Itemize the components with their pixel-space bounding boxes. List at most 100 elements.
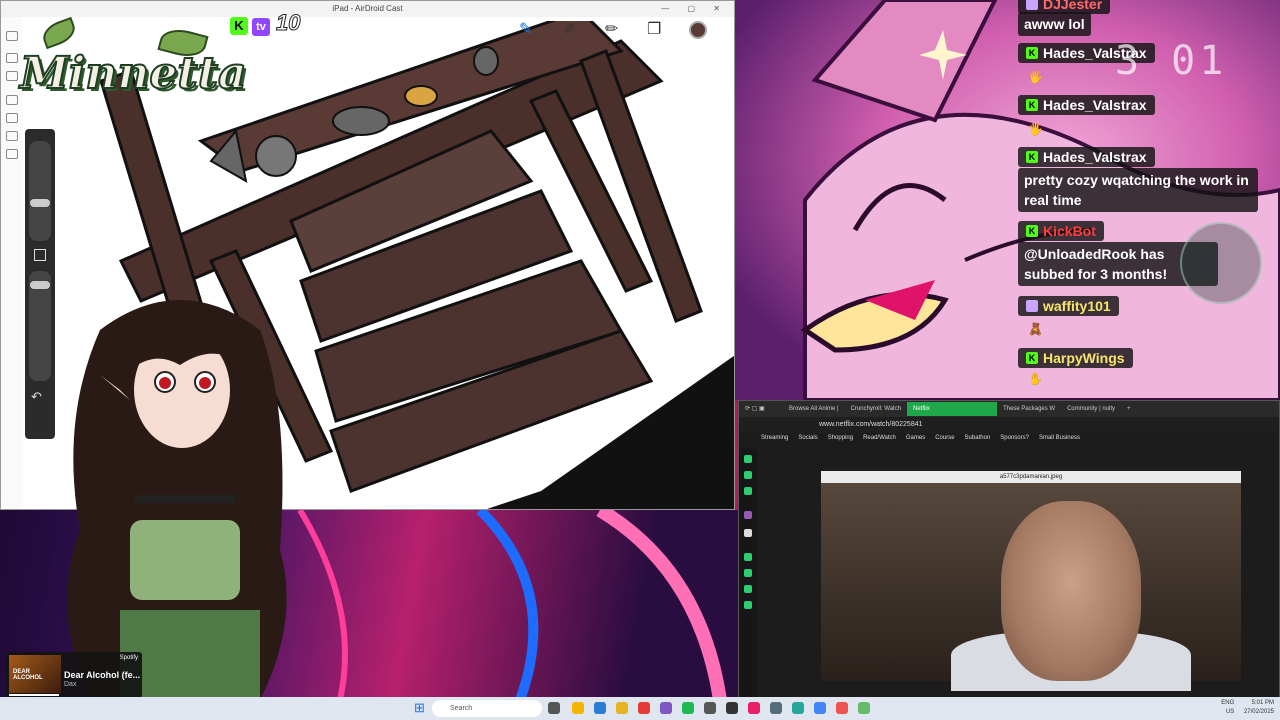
settings-icon[interactable] [6, 53, 18, 63]
app-icon[interactable] [748, 702, 760, 714]
file-icon[interactable] [6, 149, 18, 159]
taskbar-search[interactable]: Search [432, 700, 542, 717]
sidebar-app-icon[interactable] [744, 585, 752, 593]
app-icon[interactable] [836, 702, 848, 714]
pointer-icon[interactable] [6, 95, 18, 105]
tab-netflix[interactable]: Netflix [907, 402, 998, 416]
app-icon[interactable] [594, 702, 606, 714]
tab-bar: ⟳ ▢ ▣ Browse All Anime | Crunchyroll: Wa… [739, 401, 1279, 417]
bookmarks-bar: Streaming Socials Shopping Read/Watch Ga… [761, 435, 1080, 447]
clock-dial-decoration [1180, 222, 1262, 304]
tab-browse-anime[interactable]: Browse All Anime | [783, 402, 845, 416]
bookmark-shopping[interactable]: Shopping [828, 435, 853, 447]
chat-message: K HarpyWings [1018, 348, 1133, 368]
browser-sidebar [739, 449, 757, 699]
language-indicator[interactable]: ENG US [1221, 699, 1234, 717]
window-controls[interactable]: — ▢ ✕ [661, 1, 728, 17]
display-icon[interactable] [6, 113, 18, 123]
spotify-now-playing: DEAR ALCOHOL Spotify Dear Alcohol (fe...… [6, 652, 142, 698]
chat-username: waffity101 [1018, 296, 1119, 316]
code-preview-pane [769, 471, 819, 671]
emote-icon: 🧸 [1028, 322, 1043, 336]
app-icon[interactable] [770, 702, 782, 714]
bookmark-games[interactable]: Games [906, 435, 925, 447]
taskbar: ⊞ Search ENG US 5:01 PM 27/02/2025 [0, 697, 1280, 720]
kick-badge-icon: K [1026, 99, 1038, 111]
spotify-icon[interactable] [682, 702, 694, 714]
app-icon[interactable] [638, 702, 650, 714]
modify-button[interactable] [34, 249, 46, 261]
brush-size-knob[interactable] [30, 199, 50, 207]
search-placeholder[interactable]: Search [450, 705, 472, 712]
video-frame-person [1001, 501, 1141, 681]
address-bar[interactable]: www.netflix.com/watch/80225841 [739, 417, 1279, 433]
app-icon[interactable] [726, 702, 738, 714]
track-artist: Dax [64, 681, 77, 688]
emote-icon: 🖐 [1028, 70, 1043, 84]
emote-icon: ✋ [1028, 372, 1043, 386]
system-tray[interactable]: ENG US 5:01 PM 27/02/2025 [1221, 699, 1274, 717]
track-title: Dear Alcohol (fe... [64, 670, 141, 680]
bookmark-sponsors[interactable]: Sponsors? [1000, 435, 1029, 447]
kick-icon: K [230, 17, 248, 35]
bookmark-course[interactable]: Course [935, 435, 954, 447]
chat-message: K Hades_Valstrax [1018, 95, 1155, 115]
app-icon[interactable] [616, 702, 628, 714]
clock[interactable]: 5:01 PM 27/02/2025 [1244, 699, 1274, 717]
app-icon[interactable] [704, 702, 716, 714]
sidebar-app-icon[interactable] [744, 455, 752, 463]
x-icon[interactable] [744, 529, 752, 537]
sub-badge-icon [1026, 300, 1038, 312]
user-icon[interactable] [6, 31, 18, 41]
kick-badge-icon: K [1026, 352, 1038, 364]
smudge-icon[interactable]: ✐ [563, 19, 576, 39]
bookmark-small-business[interactable]: Small Business [1039, 435, 1080, 447]
sidebar-app-icon[interactable] [744, 487, 752, 495]
windows-start-icon[interactable]: ⊞ [414, 700, 425, 716]
task-view-icon[interactable] [548, 702, 560, 714]
spotify-logo: Spotify [119, 655, 138, 661]
video-player[interactable] [821, 471, 1241, 691]
eraser-icon[interactable]: ✏ [605, 19, 618, 39]
chat-username: K Hades_Valstrax [1018, 95, 1155, 115]
vtuber-avatar [67, 300, 287, 700]
app-icon[interactable] [792, 702, 804, 714]
kick-badge-icon: K [1026, 151, 1038, 163]
opacity-knob[interactable] [30, 281, 50, 289]
chat-username: K HarpyWings [1018, 348, 1133, 368]
color-picker[interactable] [689, 21, 707, 39]
gear-icon[interactable] [6, 71, 18, 81]
tab-community[interactable]: Community | nulty [1061, 402, 1121, 416]
bookmark-subathon[interactable]: Subathon [965, 435, 991, 447]
chat-text: awww lol [1018, 12, 1091, 36]
sidebar-app-icon[interactable] [744, 601, 752, 609]
chrome-icon[interactable] [814, 702, 826, 714]
kick-badge-icon: K [1026, 47, 1038, 59]
sidebar-app-icon[interactable] [744, 569, 752, 577]
chat-message: K Hades_Valstrax [1018, 147, 1155, 167]
layers-icon[interactable]: ❐ [647, 19, 661, 39]
file-explorer-icon[interactable] [572, 702, 584, 714]
undo-icon[interactable]: ↶ [31, 389, 42, 405]
app-icon[interactable] [858, 702, 870, 714]
chat-username: K Hades_Valstrax [1018, 147, 1155, 167]
sidebar-app-icon[interactable] [744, 553, 752, 561]
browser-window[interactable]: ⟳ ▢ ▣ Browse All Anime | Crunchyroll: Wa… [738, 400, 1280, 700]
bookmark-socials[interactable]: Socials [798, 435, 817, 447]
app-icon[interactable] [660, 702, 672, 714]
twitch-icon: tv [252, 18, 270, 36]
new-tab-button[interactable]: + [1121, 402, 1137, 416]
tab-crunchyroll[interactable]: Crunchyroll: Watch [845, 402, 907, 416]
bookmark-read-watch[interactable]: Read/Watch [863, 435, 896, 447]
bookmark-streaming[interactable]: Streaming [761, 435, 788, 447]
tab-packages[interactable]: These Packages W [997, 402, 1061, 416]
brush-icon[interactable]: ✎ [519, 19, 532, 39]
browser-nav-icons[interactable]: ⟳ ▢ ▣ [739, 402, 783, 416]
album-art-text: DEAR ALCOHOL [13, 669, 43, 681]
url-text[interactable]: www.netflix.com/watch/80225841 [819, 421, 923, 428]
sidebar-app-icon[interactable] [744, 511, 752, 519]
channel-logo: Minnetta [19, 47, 248, 100]
sidebar-app-icon[interactable] [744, 471, 752, 479]
brush-size-slider[interactable] [29, 141, 51, 241]
mic-icon[interactable] [6, 131, 18, 141]
